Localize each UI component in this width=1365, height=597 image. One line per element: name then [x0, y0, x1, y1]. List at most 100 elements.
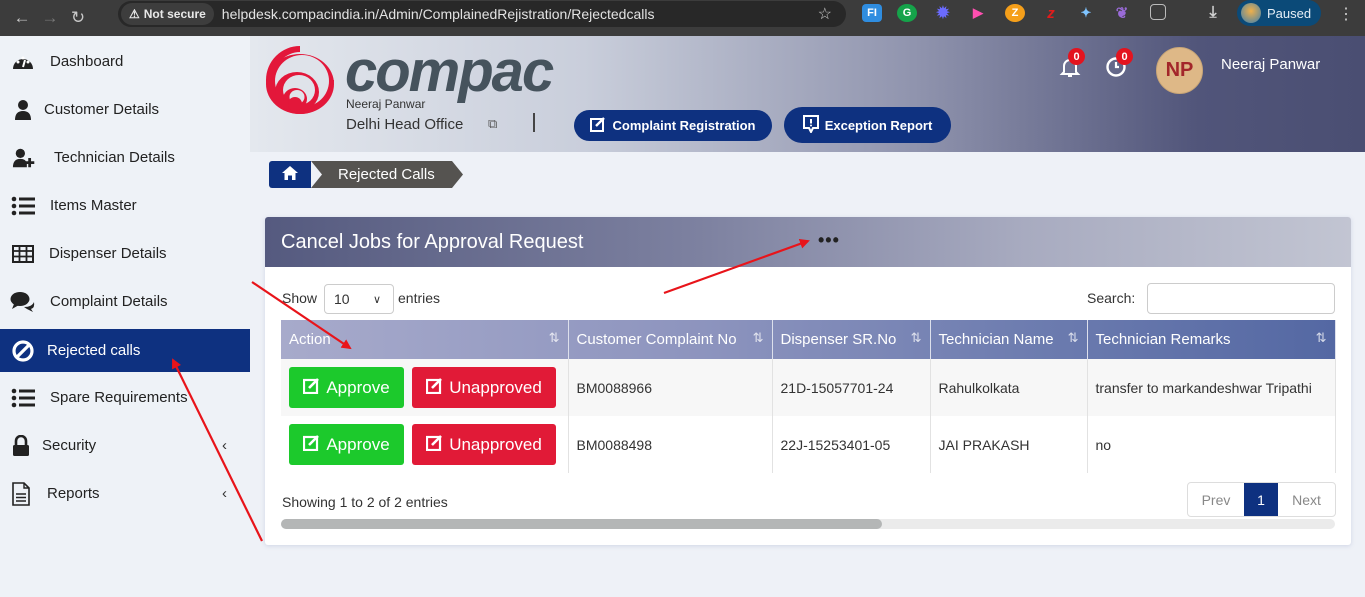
dispenser-sr-cell: 22J-15253401-05 [772, 416, 931, 473]
sidebar-item-items-master[interactable]: Items Master [0, 184, 250, 227]
grammarly-icon[interactable]: G [897, 4, 917, 22]
page-1-button[interactable]: 1 [1244, 483, 1278, 516]
column-header-complaint-no[interactable]: Customer Complaint No ⇅ [568, 320, 773, 359]
technician-name-cell: Rahulkolkata [930, 359, 1088, 416]
fi-extension-icon[interactable]: FI [862, 4, 882, 22]
video-extension-icon[interactable]: ▶ [968, 4, 988, 22]
sidebar-item-security[interactable]: Security ‹ [0, 424, 250, 467]
zomato-extension-icon[interactable]: z [1041, 4, 1061, 22]
sidebar-item-spare-requirements[interactable]: Spare Requirements [0, 376, 250, 419]
rejected-calls-table: Action ⇅ Customer Complaint No ⇅ Dispenser… [281, 320, 1336, 473]
avatar[interactable]: NP [1156, 47, 1203, 94]
chevron-down-icon: ∨ [372, 293, 381, 306]
sort-icon: ⇅ [910, 330, 922, 345]
sidebar-item-complaint-details[interactable]: Complaint Details [0, 280, 250, 323]
download-icon[interactable]: ⤓ [1203, 4, 1223, 22]
header-user-name: Neeraj Panwar [346, 97, 426, 111]
notification-badge: 0 [1068, 48, 1085, 65]
history-badge: 0 [1116, 48, 1133, 65]
card-title: Cancel Jobs for Approval Request [281, 231, 584, 253]
search-label: Search: [1087, 290, 1136, 306]
sidebar-item-reports[interactable]: Reports ‹ [0, 472, 250, 515]
search-input[interactable] [1147, 283, 1335, 314]
unapprove-button[interactable]: Unapproved [412, 367, 556, 408]
puzzle-icon[interactable] [1150, 4, 1166, 20]
sort-icon: ⇅ [752, 330, 764, 345]
action-cell: Approve Unapproved [281, 359, 569, 416]
technician-name-cell: JAI PRAKASH [930, 416, 1088, 473]
comments-icon [10, 289, 36, 315]
profile-button[interactable]: Paused [1237, 0, 1321, 26]
technician-remarks-cell: no [1087, 416, 1336, 473]
unapprove-button[interactable]: Unapproved [412, 424, 556, 465]
edit-icon [590, 116, 606, 135]
more-options-icon[interactable]: ••• [818, 230, 840, 251]
complaint-no-cell: BM0088498 [568, 416, 773, 473]
sidebar-item-dispenser-details[interactable]: Dispenser Details [0, 232, 250, 275]
sidebar-item-technician-details[interactable]: Technician Details [0, 136, 250, 179]
table-icon [10, 241, 36, 267]
show-label: Show [282, 290, 318, 306]
list-icon [10, 385, 36, 411]
reload-icon[interactable]: ↻ [64, 8, 92, 28]
sort-icon: ⇅ [1067, 330, 1079, 345]
zoho-extension-icon[interactable]: Z [1005, 4, 1025, 22]
sort-icon: ⇅ [548, 330, 560, 345]
edit-icon [303, 377, 320, 399]
scrollbar-thumb[interactable] [281, 519, 882, 529]
app-header: compac Neeraj Panwar Delhi Head Office ⧉… [250, 36, 1365, 152]
copy-icon[interactable]: ⧉ [488, 116, 497, 132]
chevron-left-icon: ‹ [222, 485, 227, 502]
complaint-no-cell: BM0088966 [568, 359, 773, 416]
profile-avatar [1241, 3, 1261, 23]
breadcrumb-home[interactable] [269, 161, 311, 188]
dashboard-gauge-icon [10, 49, 36, 75]
document-icon [8, 481, 34, 507]
ban-icon [10, 338, 36, 364]
sparkle-extension-icon[interactable]: ✹ [933, 4, 953, 22]
bookmark-star-icon[interactable]: ☆ [818, 4, 832, 24]
bird-extension-icon[interactable]: ✦ [1076, 4, 1096, 22]
approve-button[interactable]: Approve [289, 424, 404, 465]
page-length-select[interactable]: 10 ∨ [324, 284, 394, 314]
table-row: Approve Unapproved BM0088966 21D-1505770… [281, 359, 1336, 416]
exception-report-button[interactable]: Exception Report [784, 107, 951, 143]
feather-extension-icon[interactable]: ❦ [1112, 4, 1132, 22]
user-plus-icon [12, 145, 38, 171]
approval-card: Cancel Jobs for Approval Request ••• Sho… [265, 217, 1351, 545]
divider [533, 113, 535, 132]
sidebar-item-dashboard[interactable]: Dashboard [0, 40, 250, 83]
edit-icon [303, 434, 320, 456]
compac-logo-icon[interactable] [264, 44, 336, 119]
forward-icon[interactable]: → [36, 8, 64, 28]
address-bar[interactable]: ⚠ Not secure helpdesk.compacindia.in/Adm… [118, 1, 846, 27]
breadcrumb-current: Rejected Calls [311, 161, 463, 188]
column-header-technician-name[interactable]: Technician Name ⇅ [930, 320, 1088, 359]
column-header-technician-remarks[interactable]: Technician Remarks ⇅ [1087, 320, 1336, 359]
url-text[interactable]: helpdesk.compacindia.in/Admin/Complained… [222, 6, 655, 22]
table-info: Showing 1 to 2 of 2 entries [282, 494, 448, 510]
horizontal-scrollbar[interactable] [281, 519, 1335, 529]
approve-button[interactable]: Approve [289, 367, 404, 408]
home-icon [281, 165, 299, 185]
pagination: Prev 1 Next [1187, 482, 1336, 517]
sidebar-item-customer-details[interactable]: Customer Details [0, 88, 250, 131]
edit-icon [426, 434, 443, 456]
browser-menu-icon[interactable]: ⋮ [1338, 4, 1354, 24]
sidebar-item-rejected-calls[interactable]: Rejected calls [0, 329, 250, 372]
lock-icon [8, 433, 34, 459]
sort-icon: ⇅ [1315, 330, 1327, 345]
office-name: Delhi Head Office [346, 116, 464, 133]
alert-message-icon [802, 114, 819, 136]
column-header-dispenser-sr[interactable]: Dispenser SR.No ⇅ [772, 320, 931, 359]
chevron-left-icon: ‹ [222, 437, 227, 454]
prev-page-button[interactable]: Prev [1188, 483, 1244, 516]
entries-label: entries [398, 290, 441, 306]
back-icon[interactable]: ← [8, 8, 36, 28]
security-chip[interactable]: ⚠ Not secure [121, 3, 214, 25]
card-header: Cancel Jobs for Approval Request ••• [265, 217, 1351, 267]
next-page-button[interactable]: Next [1278, 483, 1335, 516]
user-name[interactable]: Neeraj Panwar [1221, 56, 1320, 73]
complaint-registration-button[interactable]: Complaint Registration [574, 110, 772, 141]
column-header-action[interactable]: Action ⇅ [281, 320, 569, 359]
